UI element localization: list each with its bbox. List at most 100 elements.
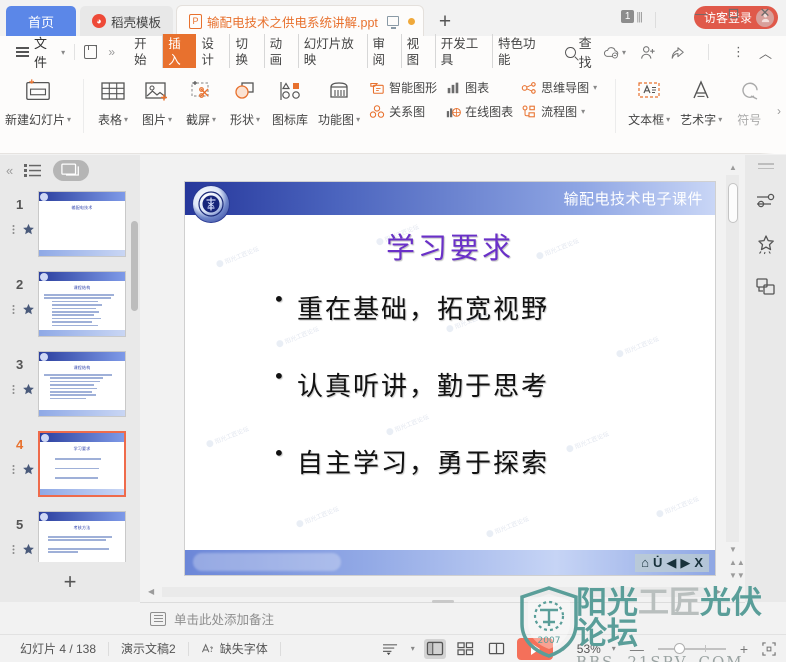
notes-resize-handle[interactable] (140, 600, 745, 603)
zoom-slider[interactable] (657, 642, 726, 654)
thumbnail-view-icon[interactable] (53, 159, 90, 181)
textbox-button[interactable]: 文本框 ▾ (623, 73, 675, 130)
properties-sliders-icon[interactable] (755, 191, 777, 211)
collapse-panel-icon[interactable]: « (6, 163, 13, 178)
screenshot-button[interactable]: 截屏 ▾ (179, 73, 223, 130)
more-vert-icon[interactable]: ⋮ (732, 44, 745, 60)
cloud-icon[interactable]: ▾ (603, 46, 626, 59)
tab-template[interactable]: ◕ 稻壳模板 (80, 6, 174, 36)
return-icon[interactable]: U̇ (653, 555, 662, 570)
slide-thumbnail-item-selected[interactable]: 4 学习要求 (0, 425, 140, 505)
slide-thumbnail[interactable]: 课程结构 (38, 351, 126, 417)
vscroll-up-arrow[interactable]: ▲ (729, 163, 737, 172)
chevron-down-icon[interactable]: ▾ (562, 644, 566, 653)
hscroll-track[interactable] (162, 587, 707, 597)
quick-access-more-icon[interactable]: » (108, 45, 115, 59)
vscroll-next-slide-arrow[interactable]: ▼▼ (729, 571, 745, 580)
tab-document[interactable]: P 输配电技术之供电系统讲解.ppt (177, 6, 423, 36)
new-slide-button[interactable]: 新建幻灯片 ▾ (0, 73, 76, 130)
add-user-icon[interactable] (640, 45, 656, 60)
chart-button[interactable]: 图表 (441, 77, 517, 98)
home-icon[interactable]: ⌂ (641, 555, 649, 570)
relation-chart-button[interactable]: 关系图 (365, 101, 441, 122)
new-tab-button[interactable]: + (439, 11, 451, 36)
ribbon-tab-transitions[interactable]: 切换 (230, 34, 265, 70)
duplicate-swap-icon[interactable] (755, 277, 777, 297)
slide-canvas[interactable]: 输配电技术电子课件 学习要求 重在基础，拓宽视野 认真听讲，勤于思考 自主学习，… (185, 182, 715, 575)
slide-thumbnail-item[interactable]: 3 课程结构 (0, 345, 140, 425)
slide-title[interactable]: 学习要求 (185, 225, 715, 267)
slide-thumbnail[interactable]: 考核方法 (38, 511, 126, 562)
ribbon-tab-view[interactable]: 视图 (402, 34, 436, 70)
zoom-out-button[interactable]: — (625, 641, 649, 657)
ribbon-tab-animations[interactable]: 动画 (265, 34, 299, 70)
slide-bullet-list[interactable]: 重在基础，拓宽视野 认真听讲，勤于思考 自主学习，勇于探索 (185, 287, 715, 480)
editor-horizontal-scrollbar[interactable]: ◀ ▶ (148, 587, 721, 599)
wordart-button[interactable]: 艺术字 ▾ (675, 73, 727, 130)
find-button[interactable]: 查找 (565, 33, 603, 71)
ribbon-overflow[interactable]: › (760, 68, 786, 154)
zoom-in-button[interactable]: + (735, 641, 753, 657)
hamburger-icon[interactable] (16, 47, 29, 57)
ribbon-tab-design[interactable]: 设计 (196, 34, 231, 70)
file-menu-button[interactable]: 文件 ▾ (34, 33, 65, 71)
tab-home[interactable]: 首页 (6, 6, 77, 36)
slide-counter[interactable]: 幻灯片 4 / 138 (8, 640, 108, 657)
minimize-button[interactable]: — (686, 2, 716, 24)
hscroll-right-arrow[interactable]: ▶ (715, 587, 721, 596)
list-view-icon[interactable] (380, 639, 402, 659)
vscroll-down-arrow[interactable]: ▼ (729, 545, 737, 554)
shapes-button[interactable]: 形状 ▾ (223, 73, 267, 130)
hscroll-left-arrow[interactable]: ◀ (148, 587, 154, 596)
zoom-slider-knob[interactable] (673, 642, 685, 654)
function-chart-button[interactable]: 功能图 ▾ (313, 73, 365, 130)
vscroll-track[interactable] (726, 175, 739, 542)
zoom-level[interactable]: 53% (575, 642, 603, 656)
chevron-down-icon[interactable]: ▾ (612, 644, 616, 653)
prev-icon[interactable]: ◀ (666, 555, 676, 571)
slide-thumbnail-item[interactable]: 1 输配电技术 (0, 185, 140, 265)
flowchart-button[interactable]: 流程图 ▾ (517, 101, 601, 122)
chevron-down-icon[interactable]: ▾ (411, 644, 415, 653)
tab-count-badge[interactable]: 1 ||| (620, 10, 643, 23)
save-icon[interactable] (84, 45, 98, 59)
reading-view-icon[interactable] (486, 639, 508, 659)
slide-thumbnail-item[interactable]: 2 课程结构 (0, 265, 140, 345)
sparkle-star-icon[interactable] (755, 233, 777, 255)
document-name[interactable]: 演示文稿2 (109, 640, 188, 657)
start-slideshow-button[interactable] (516, 637, 553, 660)
ribbon-tab-features[interactable]: 特色功能 (493, 34, 549, 70)
icon-library-button[interactable]: 图标库 (267, 73, 313, 130)
table-button[interactable]: 表格 ▾ (91, 73, 135, 130)
collapse-ribbon-icon[interactable]: ︿ (759, 43, 772, 62)
online-chart-button[interactable]: 在线图表 (441, 101, 517, 122)
missing-font-status[interactable]: 缺失字体 (189, 640, 280, 657)
slide-thumbnail[interactable]: 输配电技术 (38, 191, 126, 257)
next-icon[interactable]: ▶ (680, 555, 690, 571)
vscroll-prev-slide-arrow[interactable]: ▲▲ (729, 558, 745, 567)
ribbon-tab-slideshow[interactable]: 幻灯片放映 (299, 34, 368, 70)
close-icon[interactable]: X (694, 555, 703, 570)
ribbon-tab-review[interactable]: 审阅 (368, 34, 402, 70)
zoom-slider-track[interactable] (657, 642, 726, 654)
add-slide-button[interactable]: + (0, 562, 140, 602)
share-icon[interactable] (670, 45, 685, 60)
slide-panel-scrollbar[interactable] (131, 221, 138, 311)
vscroll-thumb[interactable] (727, 183, 738, 223)
sidebar-handle-icon[interactable] (757, 163, 774, 169)
picture-button[interactable]: 图片 ▾ (135, 73, 179, 130)
outline-view-icon[interactable] (23, 162, 43, 178)
slide-thumbnail-item[interactable]: 5 考核方法 (0, 505, 140, 562)
ribbon-tab-developer[interactable]: 开发工具 (436, 34, 493, 70)
maximize-button[interactable] (718, 2, 748, 24)
slide-sorter-icon[interactable] (455, 639, 477, 659)
mindmap-button[interactable]: 思维导图 ▾ (517, 77, 601, 98)
smartart-button[interactable]: 智能图形 (365, 77, 441, 98)
slide-thumbnail[interactable]: 课程结构 (38, 271, 126, 337)
close-button[interactable]: ✕ (750, 2, 780, 24)
slide-list[interactable]: 1 输配电技术 2 课程结构 3 课程结构 4 学习要求 5 考核方法 (0, 185, 140, 562)
fit-to-window-icon[interactable] (762, 641, 776, 656)
notes-pane[interactable]: 单击此处添加备注 (140, 600, 745, 634)
normal-view-icon[interactable] (423, 638, 446, 659)
editor-vertical-scrollbar[interactable]: ▲ ▼ ▲▲ ▼▼ (726, 163, 745, 580)
